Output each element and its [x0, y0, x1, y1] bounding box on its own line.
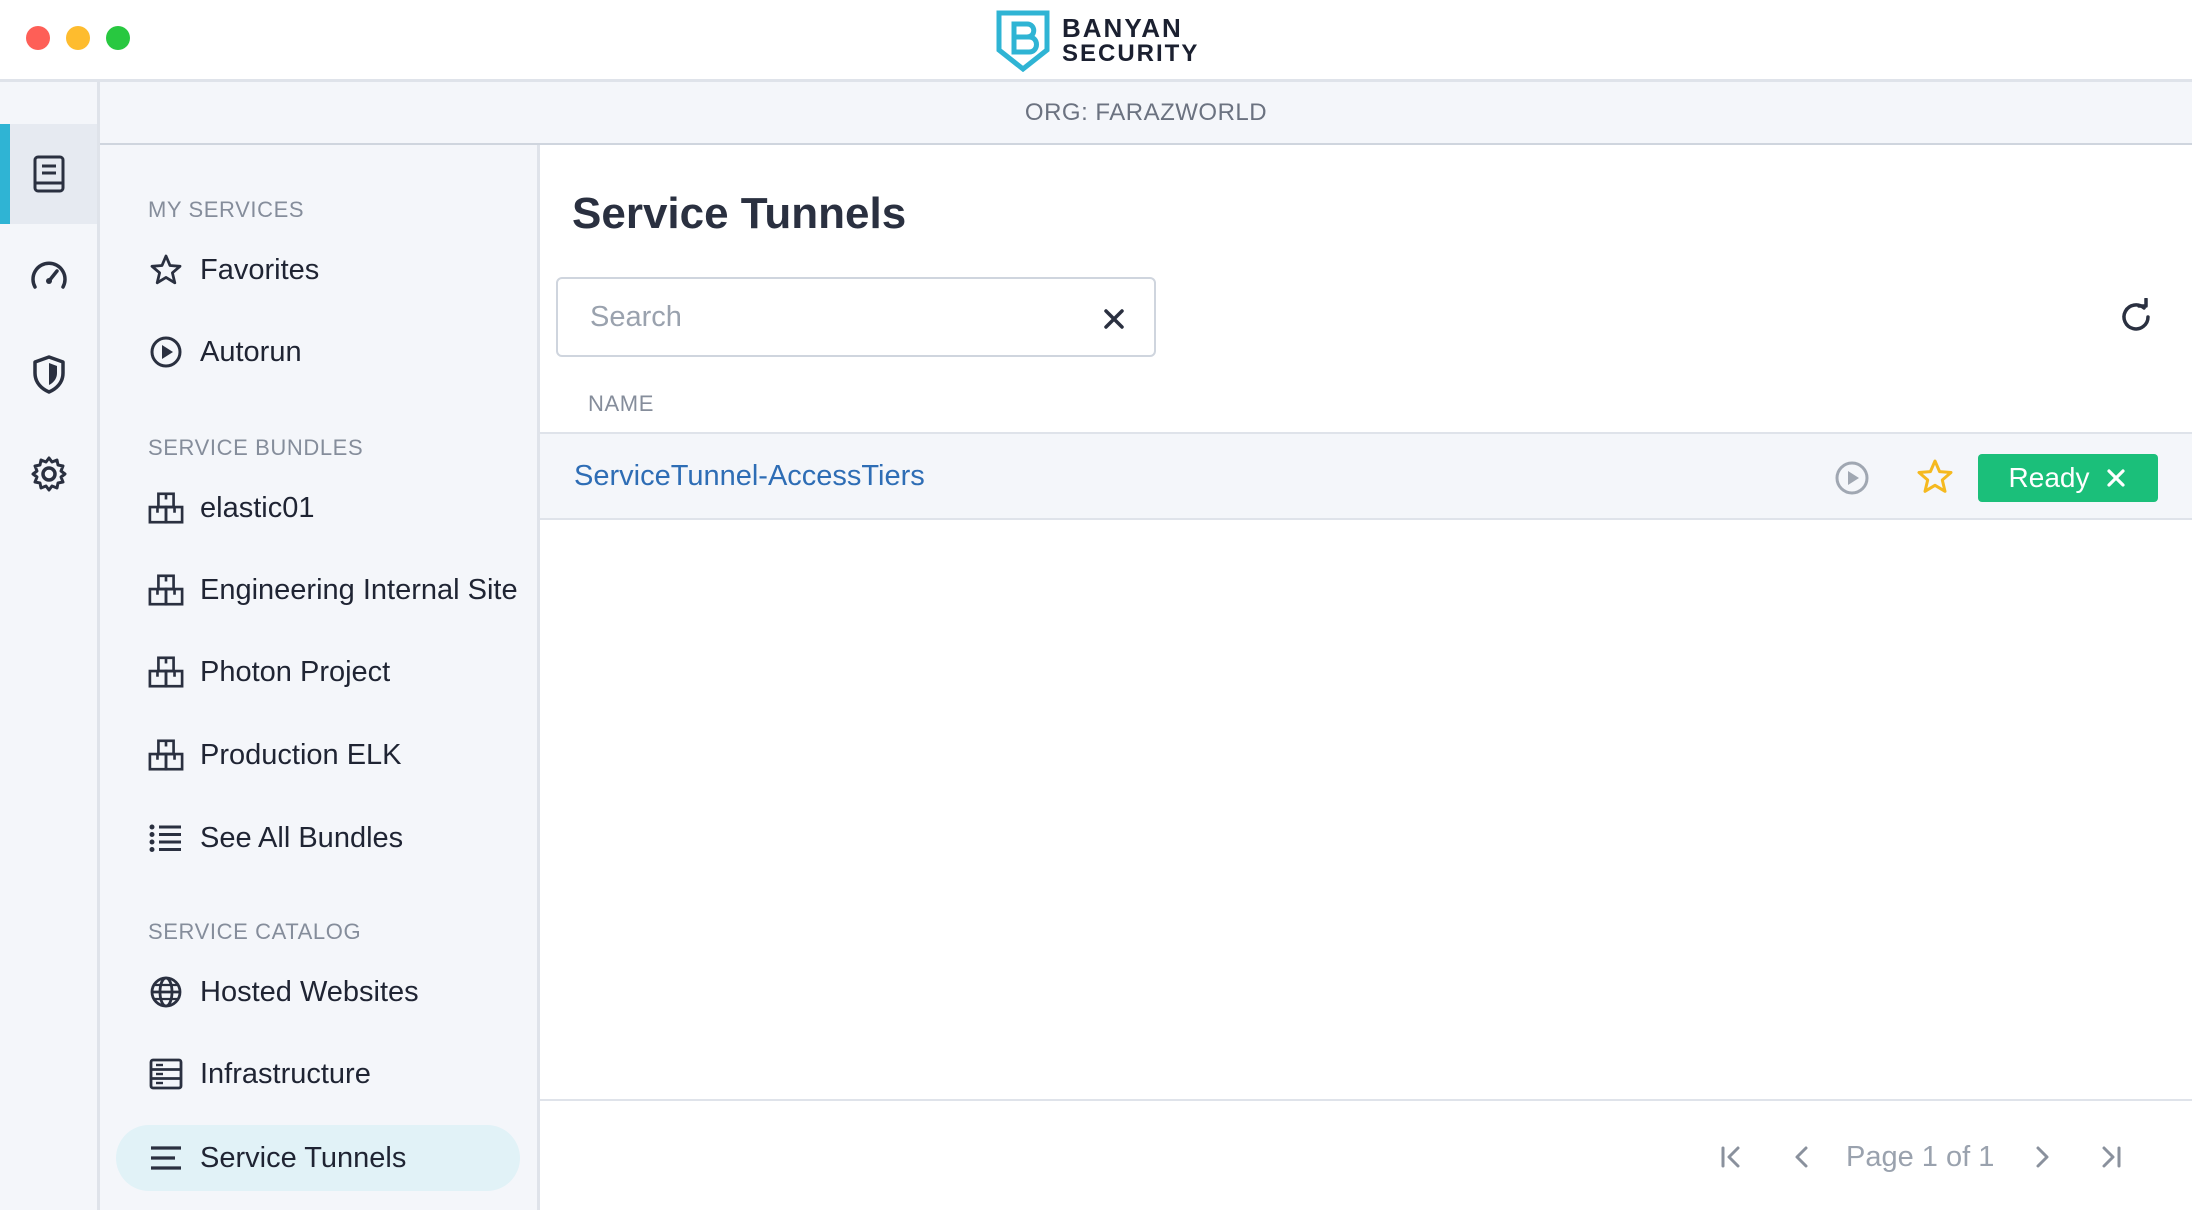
server-icon — [148, 1056, 184, 1092]
org-label: ORG: FARAZWORLD — [1024, 98, 1268, 126]
book-icon — [33, 155, 64, 193]
bundle-icon — [148, 654, 184, 690]
play-circle-icon — [148, 334, 184, 370]
previous-page-button[interactable] — [1786, 1141, 1818, 1173]
table-row[interactable]: ServiceTunnel-AccessTiers Ready — [540, 432, 2192, 520]
rail-item-security[interactable] — [0, 324, 97, 424]
clear-search-button[interactable] — [1100, 305, 1128, 333]
banyan-logo-icon — [996, 10, 1050, 72]
sidebar-item-autorun[interactable]: Autorun — [116, 319, 520, 385]
sidebar-item-photon-project[interactable]: Photon Project — [116, 639, 520, 705]
close-window-button[interactable] — [26, 26, 50, 50]
favorite-toggle[interactable] — [1916, 458, 1954, 496]
section-service-catalog: SERVICE CATALOG — [148, 919, 362, 944]
globe-icon — [148, 974, 184, 1010]
rail-item-dashboard[interactable] — [0, 224, 97, 324]
sidebar-item-label: Production ELK — [200, 738, 402, 771]
tunnel-name-link[interactable]: ServiceTunnel-AccessTiers — [574, 460, 925, 493]
play-circle-icon — [1835, 461, 1869, 495]
rail-item-services[interactable] — [0, 124, 97, 224]
sidebar-item-label: Service Tunnels — [200, 1141, 407, 1174]
sidebar-item-label: Engineering Internal Site — [200, 573, 518, 606]
sidebar-item-engineering-internal-site[interactable]: Engineering Internal Site — [116, 557, 520, 623]
sidebar: MY SERVICES Favorites Autorun SERVICE BU… — [100, 145, 540, 1210]
close-icon — [2105, 467, 2127, 489]
sidebar-item-label: elastic01 — [200, 491, 315, 524]
main-content: Service Tunnels NAME ServiceTunnel-Acces… — [540, 145, 2192, 1210]
sidebar-item-favorites[interactable]: Favorites — [116, 237, 520, 303]
zoom-window-button[interactable] — [106, 26, 130, 50]
autorun-toggle[interactable] — [1834, 460, 1870, 496]
last-page-button[interactable] — [2094, 1141, 2126, 1173]
sidebar-item-infrastructure[interactable]: Infrastructure — [116, 1041, 520, 1107]
rail-item-settings[interactable] — [0, 424, 97, 524]
gauge-icon — [30, 261, 67, 289]
org-bar: ORG: FARAZWORLD — [100, 82, 2192, 145]
section-my-services: MY SERVICES — [148, 197, 305, 222]
gear-icon — [31, 456, 66, 492]
sidebar-item-label: Favorites — [200, 253, 320, 286]
section-service-bundles: SERVICE BUNDLES — [148, 435, 364, 460]
first-page-button[interactable] — [1716, 1141, 1748, 1173]
title-bar: BANYAN SECURITY — [0, 0, 2192, 82]
lines-icon — [148, 1140, 184, 1176]
next-page-button[interactable] — [2026, 1141, 2058, 1173]
bundle-icon — [148, 737, 184, 773]
bundle-icon — [148, 572, 184, 608]
last-page-icon — [2102, 1146, 2121, 1168]
bundle-icon — [148, 490, 184, 526]
search-input[interactable] — [590, 300, 1070, 334]
star-icon — [1917, 459, 1953, 493]
refresh-icon — [2122, 298, 2150, 331]
brand-line-2: SECURITY — [1062, 40, 1200, 67]
page-indicator: Page 1 of 1 — [1846, 1141, 1995, 1173]
page-title: Service Tunnels — [572, 189, 907, 238]
sidebar-item-hosted-websites[interactable]: Hosted Websites — [116, 959, 520, 1025]
sidebar-item-label: Infrastructure — [200, 1057, 371, 1090]
sidebar-item-label: Photon Project — [200, 655, 391, 688]
minimize-window-button[interactable] — [66, 26, 90, 50]
sidebar-item-elastic01[interactable]: elastic01 — [116, 475, 520, 541]
list-icon — [148, 820, 184, 856]
sidebar-item-label: Autorun — [200, 335, 302, 368]
icon-rail — [0, 82, 100, 1210]
pagination-bar: Page 1 of 1 — [540, 1099, 2192, 1210]
column-header-name: NAME — [588, 391, 654, 416]
chevron-left-icon — [1795, 1146, 1808, 1168]
close-icon — [1104, 309, 1124, 329]
first-page-icon — [1721, 1146, 1740, 1168]
sidebar-item-see-all-bundles[interactable]: See All Bundles — [116, 805, 520, 871]
brand-logo: BANYAN SECURITY — [996, 10, 1199, 72]
star-icon — [148, 252, 184, 288]
sidebar-item-production-elk[interactable]: Production ELK — [116, 722, 520, 788]
shield-icon — [32, 355, 65, 394]
chevron-right-icon — [2036, 1146, 2049, 1168]
brand-line-1: BANYAN — [1062, 13, 1183, 43]
sidebar-item-label: See All Bundles — [200, 821, 404, 854]
search-box — [556, 277, 1156, 357]
refresh-button[interactable] — [2114, 295, 2158, 339]
sidebar-item-label: Hosted Websites — [200, 975, 419, 1008]
status-label: Ready — [2008, 462, 2090, 493]
sidebar-item-service-tunnels[interactable]: Service Tunnels — [116, 1125, 520, 1191]
status-badge-ready[interactable]: Ready — [1978, 454, 2158, 502]
